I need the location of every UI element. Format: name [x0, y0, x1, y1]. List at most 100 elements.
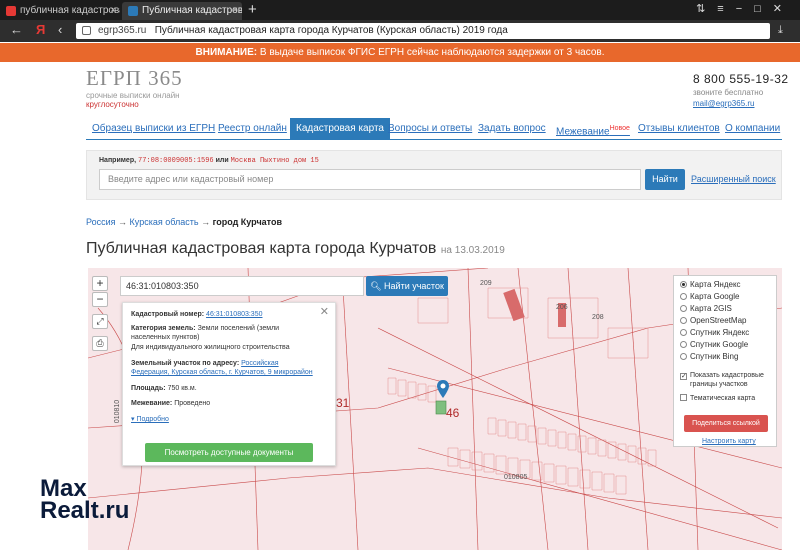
menu-item-sample[interactable]: Образец выписки из ЕГРН — [92, 118, 215, 140]
menu-item-survey[interactable]: МежеваниеНовое — [556, 118, 630, 140]
breadcrumb-city: город Курчатов — [212, 217, 282, 227]
address-label: Земельный участок по адресу: — [131, 360, 240, 367]
layer-option-2gis[interactable]: Карта 2GIS — [680, 304, 732, 313]
thematic-map-label: Тематическая карта — [690, 395, 756, 402]
example-code: 77:08:0009005:1596 — [138, 157, 214, 165]
layer-label: OpenStreetMap — [690, 316, 747, 325]
warning-banner: ВНИМАНИЕ: В выдаче выписок ФГИС ЕГРН сей… — [0, 43, 800, 62]
new-tab-button[interactable]: + — [248, 0, 257, 20]
breadcrumb-russia[interactable]: Россия — [86, 217, 116, 227]
map-label-010810: 010810 — [114, 399, 122, 424]
phone-number[interactable]: 8 800 555-19-32 — [693, 72, 789, 86]
new-badge: Новое — [609, 125, 630, 132]
menu-item-about[interactable]: О компании — [725, 118, 780, 140]
browser-tab-1[interactable]: публичная кадастровая ка × — [0, 2, 120, 20]
layer-option-yandex-satellite[interactable]: Спутник Яндекс — [680, 328, 749, 337]
layer-label: Спутник Яндекс — [690, 328, 750, 337]
window-controls[interactable]: ⇅≡−□✕ — [696, 2, 794, 15]
breadcrumb-region[interactable]: Курская область — [130, 217, 199, 227]
radio-icon — [680, 353, 687, 360]
browser-tab-2[interactable]: Публичная кадастрова × — [122, 2, 242, 20]
layer-option-bing-satellite[interactable]: Спутник Bing — [680, 352, 738, 361]
address-link-2[interactable]: Федерация, Курская область, г. Курчатов,… — [131, 369, 313, 376]
back-arrow-icon[interactable]: ← — [10, 22, 23, 37]
radio-icon — [680, 341, 687, 348]
close-tab-icon[interactable]: × — [232, 2, 238, 20]
menu-item-registry[interactable]: Реестр онлайн — [218, 118, 287, 140]
parcel-info-popup: ✕ Кадастровый номер: 46:31:010803:350 Ка… — [122, 302, 336, 466]
browser-tab-bar: публичная кадастровая ка × Публичная кад… — [0, 0, 800, 20]
land-category-value: Земли поселений (земли — [197, 325, 280, 332]
land-category-label: Категория земель: — [131, 325, 196, 332]
find-parcel-button[interactable]: 🔍︎ Найти участок — [366, 276, 448, 296]
layer-label: Спутник Google — [690, 340, 749, 349]
setup-map-link[interactable]: Настроить карту — [702, 438, 756, 445]
view-documents-button[interactable]: Посмотреть доступные документы — [145, 443, 313, 462]
menu-item-faq[interactable]: Вопросы и ответы — [388, 118, 472, 140]
share-link-button[interactable]: Поделиться ссылкой — [684, 415, 768, 432]
layer-label: Карта 2GIS — [690, 304, 732, 313]
map-label-46: 46 — [446, 406, 460, 420]
url-field[interactable]: egrp365.ru Публичная кадастровая карта г… — [76, 23, 770, 39]
address-search-input[interactable]: Введите адрес или кадастровый номер — [99, 169, 641, 190]
search-example: Например, 77:08:0009005:1596 или Москва … — [99, 157, 319, 165]
layer-option-google-map[interactable]: Карта Google — [680, 292, 739, 301]
permitted-use-value: Для индивидуального жилищного строительс… — [131, 344, 290, 351]
menu-item-reviews[interactable]: Отзывы клиентов — [638, 118, 720, 140]
show-borders-label-2: границы участков — [690, 381, 748, 388]
watermark-line-2: Realt.ru — [40, 497, 130, 524]
layer-option-google-satellite[interactable]: Спутник Google — [680, 340, 748, 349]
yandex-logo-icon[interactable]: Я — [36, 22, 45, 37]
zoom-out-button[interactable]: − — [92, 292, 108, 307]
thematic-map-checkbox[interactable]: Тематическая карта — [680, 394, 755, 402]
more-details-link[interactable]: ▾ Подробно — [131, 415, 169, 423]
menu-item-ask[interactable]: Задать вопрос — [478, 118, 546, 140]
show-borders-label: Показать кадастровые — [690, 372, 764, 379]
page-title-text: Публичная кадастровая карта города Курча… — [86, 240, 437, 257]
cadastral-number-input[interactable]: 46:31:010803:350 — [120, 276, 364, 296]
logo-name: ЕГРП 365 — [86, 66, 183, 90]
url-page-title: Публичная кадастровая карта города Курча… — [154, 25, 508, 36]
advanced-search-link[interactable]: Расширенный поиск — [691, 174, 776, 184]
site-logo[interactable]: ЕГРП 365 срочные выписки онлайн круглосу… — [86, 66, 183, 109]
back-arrow-icon[interactable]: ‹ — [58, 22, 62, 37]
close-icon[interactable]: ✕ — [320, 305, 329, 318]
logo-tagline-red: круглосуточно — [86, 100, 139, 109]
menu-item-cadastral-map[interactable]: Кадастровая карта — [290, 118, 390, 140]
download-icon[interactable]: ⤓ — [778, 24, 783, 37]
search-button[interactable]: Найти — [645, 169, 685, 190]
map-label-208: 208 — [592, 314, 604, 321]
map-label-206: 206 — [556, 304, 568, 311]
tab-title: Публичная кадастрова — [142, 5, 242, 16]
url-domain: egrp365.ru — [98, 25, 147, 36]
layer-option-osm[interactable]: OpenStreetMap — [680, 316, 746, 325]
email-link[interactable]: mail@egrp365.ru — [693, 99, 789, 108]
map-label-31: 31 — [336, 396, 350, 410]
layer-label: Карта Google — [690, 292, 740, 301]
search-icon: 🔍︎ — [370, 281, 382, 291]
address-link[interactable]: Российская — [241, 360, 278, 367]
radio-icon — [680, 317, 687, 324]
close-tab-icon[interactable]: × — [110, 2, 116, 20]
tab-title: публичная кадастровая ка — [20, 5, 120, 16]
example-or: или — [215, 157, 229, 164]
triangle-down-icon: ▾ — [131, 416, 135, 423]
cad-number-label: Кадастровый номер: — [131, 311, 205, 318]
area-value: 750 кв.м. — [167, 385, 197, 392]
radio-icon — [680, 281, 687, 288]
logo-tagline: срочные выписки онлайн — [86, 91, 180, 100]
cadastral-map[interactable]: 46 31 010805 010810 208 206 209 + − ⤢ ⎙ … — [88, 268, 782, 550]
cad-number-link[interactable]: 46:31:010803:350 — [206, 311, 262, 318]
lock-icon — [82, 26, 91, 35]
survey-value: Проведено — [174, 400, 211, 407]
fullscreen-icon[interactable]: ⤢ — [92, 314, 108, 329]
map-label-010805: 010805 — [504, 474, 528, 481]
layer-option-yandex-map[interactable]: Карта Яндекс — [680, 280, 741, 289]
search-panel: Например, 77:08:0009005:1596 или Москва … — [86, 150, 782, 200]
breadcrumb-separator: → — [201, 217, 211, 227]
zoom-in-button[interactable]: + — [92, 276, 108, 291]
warning-text: В выдаче выписок ФГИС ЕГРН сейчас наблюд… — [259, 47, 605, 58]
print-icon[interactable]: ⎙ — [92, 336, 108, 351]
show-borders-checkbox[interactable]: ✓ Показать кадастровые — [680, 372, 764, 380]
land-category-value-2: населенных пунктов) — [131, 334, 200, 341]
